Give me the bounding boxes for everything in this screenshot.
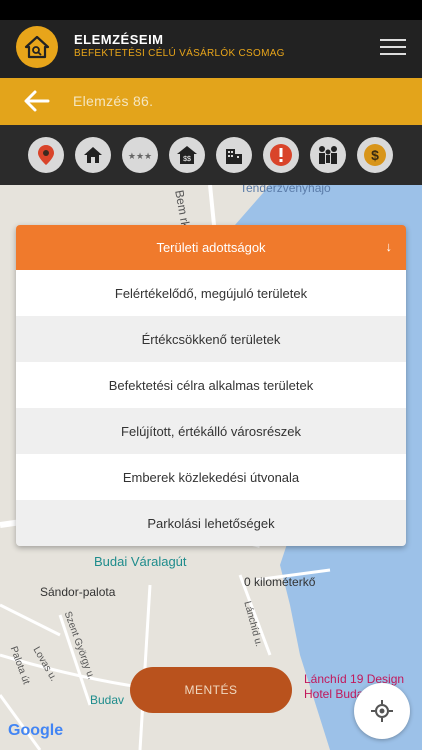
arrow-down-icon: ↓ (385, 239, 393, 254)
map-label: Budai Váralagút (94, 554, 187, 569)
app-header: ELEMZÉSEIM BEFEKTETÉSI CÉLÚ VÁSÁRLÓK CSO… (0, 20, 422, 78)
google-logo: Google (8, 722, 64, 739)
app-title: ELEMZÉSEIM (74, 32, 164, 47)
dropdown-item[interactable]: Parkolási lehetőségek (16, 500, 406, 546)
people-icon[interactable] (310, 137, 346, 173)
map-label: Budav (90, 693, 125, 707)
map-label: 0 kilométerkő (244, 575, 316, 589)
svg-text:$: $ (371, 147, 379, 163)
dropdown-item[interactable]: Felújított, értékálló városrészek (16, 408, 406, 454)
stars-icon[interactable]: ★★★ (122, 137, 158, 173)
map-label: Sándor-palota (40, 585, 116, 599)
map-pin-icon[interactable] (28, 137, 64, 173)
back-arrow-icon[interactable] (22, 88, 50, 114)
svg-text:★★★: ★★★ (128, 151, 152, 161)
buildings-icon[interactable] (216, 137, 252, 173)
map-label: Hotel Buda (304, 687, 364, 701)
save-button[interactable]: MENTÉS (130, 667, 292, 713)
house-icon[interactable] (75, 137, 111, 173)
my-location-icon[interactable] (354, 683, 410, 739)
title-bar: Elemzés 86. (0, 78, 422, 125)
app-subtitle: BEFEKTETÉSI CÉLÚ VÁSÁRLÓK CSOMAG (74, 48, 285, 59)
category-icon-bar: ★★★ $$ $ (0, 125, 422, 185)
dropdown-item[interactable]: Felértékelődő, megújuló területek (16, 270, 406, 316)
dollar-icon[interactable]: $ (357, 137, 393, 173)
house-logo-icon (16, 26, 58, 68)
hamburger-menu-icon[interactable] (380, 39, 406, 55)
price-house-icon[interactable]: $$ (169, 137, 205, 173)
dropdown-item[interactable]: Emberek közlekedési útvonala (16, 454, 406, 500)
status-bar (0, 0, 422, 20)
svg-text:$$: $$ (183, 156, 191, 163)
alert-icon[interactable] (263, 137, 299, 173)
dropdown-title: Területi adottságok (156, 240, 266, 255)
dropdown-item[interactable]: Értékcsökkenő területek (16, 316, 406, 362)
dropdown-header[interactable]: Területi adottságok ↓ (16, 225, 406, 270)
map-label: Tenderzvényhajó (240, 185, 331, 195)
dropdown-item[interactable]: Befektetési célra alkalmas területek (16, 362, 406, 408)
area-properties-dropdown[interactable]: Területi adottságok ↓ Felértékelődő, meg… (16, 225, 406, 546)
page-title: Elemzés 86. (73, 93, 154, 109)
